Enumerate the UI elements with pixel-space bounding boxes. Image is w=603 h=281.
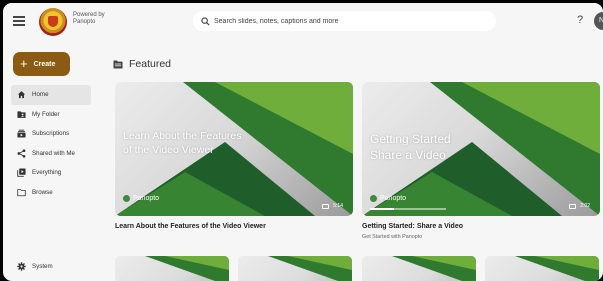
sidebar-nav: Home My Folder Subscriptions Shared with…	[11, 85, 91, 202]
folder-icon	[17, 188, 26, 196]
watch-progress-fill	[370, 208, 395, 210]
thumbnail-title-line: Share a Video	[370, 148, 446, 162]
section-header-featured: Featured	[113, 58, 171, 70]
powered-by-label: Powered by Panopto	[73, 12, 105, 26]
sidebar-item-label: Browse	[32, 188, 53, 196]
thumbnail-background	[268, 256, 352, 281]
video-library-icon	[17, 168, 26, 177]
video-thumbnail[interactable]: Learn About the Features of the Video Vi…	[115, 82, 353, 216]
brand-label: Panopto	[133, 195, 160, 202]
sidebar-item-label: Everything	[32, 169, 62, 177]
captions-icon	[322, 203, 330, 209]
sidebar-item-my-folder[interactable]: My Folder	[11, 105, 91, 125]
help-button[interactable]: ?	[577, 14, 583, 26]
create-button[interactable]: + Create	[13, 52, 70, 76]
video-thumbnail[interactable]	[115, 256, 229, 281]
plus-icon: +	[20, 56, 28, 71]
sidebar-item-shared-with-me[interactable]: Shared with Me	[11, 144, 91, 164]
video-folder-link[interactable]: Get Started with Panopto	[362, 234, 422, 240]
powered-by-text: Powered by	[73, 12, 105, 18]
duration-badge: 2:02	[569, 203, 590, 209]
home-icon	[17, 91, 26, 99]
thumbnail-title-line: Getting Started	[370, 132, 451, 146]
sidebar-item-label: Subscriptions	[32, 130, 70, 138]
thumbnail-title-line: of the Video Viewer	[123, 144, 214, 156]
panopto-logo-icon	[123, 195, 130, 202]
video-thumbnail[interactable]	[362, 256, 476, 281]
search-bar[interactable]	[193, 11, 496, 31]
thumbnail-title: Learn About the Features of the Video Vi…	[123, 129, 242, 157]
app-window: Powered by Panopto ? N + Create Home My …	[3, 3, 603, 281]
video-thumbnail[interactable]	[238, 256, 352, 281]
sidebar-item-label: Home	[32, 91, 49, 99]
panopto-logo: Panopto	[370, 195, 406, 202]
duration-text: 2:02	[580, 203, 590, 209]
sidebar-item-browse[interactable]: Browse	[11, 183, 91, 203]
subscriptions-icon	[17, 129, 26, 138]
gear-icon	[17, 262, 26, 271]
thumbnail-title: Getting Started Share a Video	[370, 131, 451, 163]
share-icon	[17, 149, 26, 158]
thumbnail-background	[515, 256, 599, 281]
sidebar-item-label: System	[32, 263, 53, 270]
top-header: Powered by Panopto ? N	[3, 3, 603, 39]
featured-folder-icon	[113, 60, 123, 68]
sidebar-item-everything[interactable]: Everything	[11, 163, 91, 183]
watch-progress-bar	[370, 208, 446, 210]
video-card[interactable]: Getting Started Share a Video Panopto 2:…	[362, 82, 600, 247]
video-card[interactable]: Learn About the Features of the Video Vi…	[115, 82, 353, 242]
duration-text: 5:14	[333, 203, 343, 209]
search-icon	[201, 16, 210, 26]
sidebar-item-home[interactable]: Home	[11, 85, 91, 105]
video-title[interactable]: Getting Started: Share a Video	[362, 223, 463, 230]
powered-by-brand: Panopto	[73, 19, 96, 25]
thumbnail-background	[145, 256, 229, 281]
create-button-label: Create	[33, 60, 56, 68]
captions-icon	[569, 203, 577, 209]
search-input[interactable]	[214, 17, 474, 25]
avatar[interactable]: N	[594, 12, 603, 30]
menu-icon[interactable]	[13, 16, 25, 26]
folder-user-icon	[17, 111, 26, 118]
video-thumbnail[interactable]	[485, 256, 599, 281]
duration-badge: 5:14	[322, 203, 343, 209]
thumbnail-title-line: Learn About the Features	[123, 130, 242, 142]
panopto-logo-icon	[370, 195, 377, 202]
sidebar-item-label: My Folder	[32, 110, 60, 118]
video-title[interactable]: Learn About the Features of the Video Vi…	[115, 223, 266, 230]
video-thumbnail[interactable]: Getting Started Share a Video Panopto 2:…	[362, 82, 600, 216]
sidebar-item-subscriptions[interactable]: Subscriptions	[11, 124, 91, 144]
university-crest-logo[interactable]	[39, 8, 67, 36]
thumbnail-background	[392, 256, 476, 281]
sidebar-item-label: Shared with Me	[32, 149, 75, 157]
panopto-logo: Panopto	[123, 195, 159, 202]
page-title: Featured	[129, 58, 172, 70]
brand-label: Panopto	[380, 195, 407, 202]
sidebar-item-system[interactable]: System	[17, 262, 53, 271]
